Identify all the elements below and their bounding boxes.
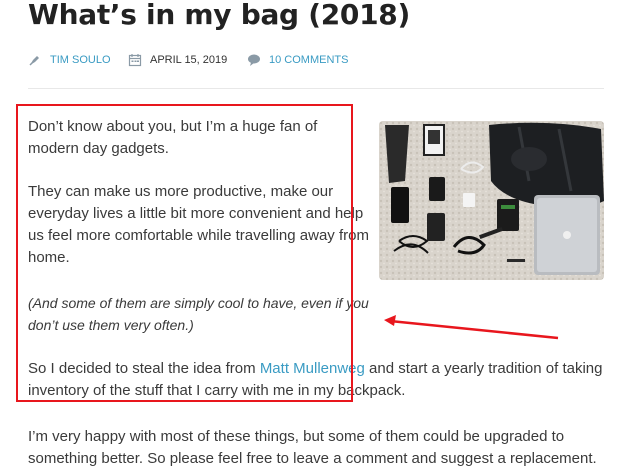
feedback-line-2: something better. So please feel free to… [28, 450, 597, 467]
benefits-line-4: home. [28, 249, 70, 266]
tradition-text-after: and start a yearly tradition of taking [364, 360, 603, 377]
calendar-icon [128, 54, 142, 67]
paragraph-tradition: So I decided to steal the idea from Matt… [28, 358, 603, 402]
matt-mullenweg-link[interactable]: Matt Mullenweg [260, 360, 365, 377]
post-author[interactable]: TIM SOULO [28, 52, 111, 68]
benefits-line-2: everyday lives a little bit more conveni… [28, 205, 364, 222]
post-date: APRIL 15, 2019 [128, 52, 227, 68]
author-link[interactable]: TIM SOULO [50, 54, 111, 66]
annotation-arrow-icon [384, 315, 559, 340]
intro-line-2: modern day gadgets. [28, 140, 169, 157]
date-label: APRIL 15, 2019 [150, 54, 228, 66]
paragraph-intro: Don’t know about you, but I’m a huge fan… [28, 116, 317, 160]
feedback-line-1: I’m very happy with most of these things… [28, 428, 565, 445]
post-comments[interactable]: 10 COMMENTS [247, 52, 348, 68]
aside-line-1: (And some of them are simply cool to hav… [28, 295, 369, 311]
paragraph-feedback: I’m very happy with most of these things… [28, 426, 597, 470]
bag-contents-photo[interactable] [379, 121, 604, 280]
paragraph-benefits: They can make us more productive, make o… [28, 181, 369, 269]
benefits-line-3: us feel more comfortable while travellin… [28, 227, 369, 244]
comments-link[interactable]: 10 COMMENTS [269, 54, 348, 66]
tradition-text-before: So I decided to steal the idea from [28, 360, 260, 377]
speech-bubble-icon [248, 54, 260, 66]
post-title: What’s in my bag (2018) [28, 0, 410, 31]
aside-line-2: don’t use them very often.) [28, 317, 194, 333]
bag-flatlay-image [379, 121, 604, 280]
paragraph-aside: (And some of them are simply cool to hav… [28, 292, 369, 336]
benefits-line-1: They can make us more productive, make o… [28, 183, 334, 200]
intro-line-1: Don’t know about you, but I’m a huge fan… [28, 118, 318, 135]
meta-divider [28, 88, 604, 89]
tradition-line-2: inventory of the stuff that I carry with… [28, 382, 406, 399]
pen-nib-icon [29, 56, 39, 66]
